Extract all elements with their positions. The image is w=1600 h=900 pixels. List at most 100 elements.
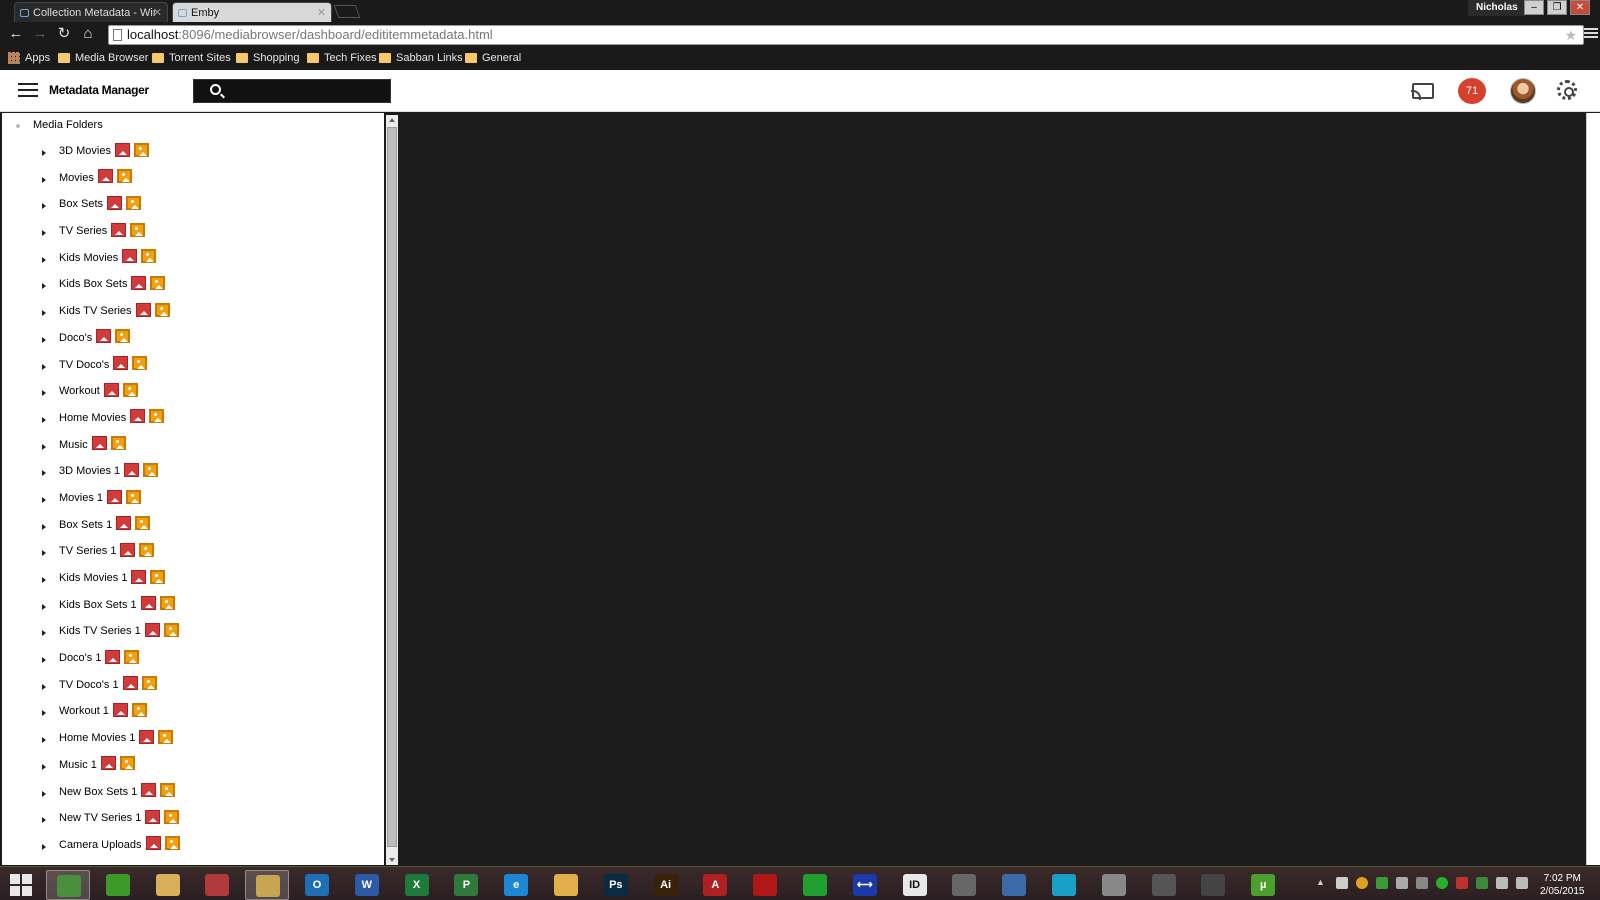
tree-item[interactable]: Doco's bbox=[2, 328, 384, 355]
tree-item-label[interactable]: Camera Uploads bbox=[59, 836, 180, 851]
taskbar-excel[interactable]: X bbox=[395, 870, 439, 900]
tray-expand-icon[interactable]: ▲ bbox=[1316, 877, 1328, 889]
tree-item[interactable]: Doco's 1 bbox=[2, 648, 384, 675]
tree-item-label[interactable]: Kids Box Sets 1 bbox=[59, 596, 175, 611]
expand-arrow-icon[interactable] bbox=[42, 737, 46, 744]
tree-item-label[interactable]: Kids Box Sets bbox=[59, 276, 166, 290]
taskbar-notepad[interactable] bbox=[544, 870, 588, 900]
taskbar-file-explorer[interactable] bbox=[146, 870, 190, 900]
tree-item-label[interactable]: TV Doco's 1 bbox=[59, 676, 157, 691]
tree-item[interactable]: TV Series bbox=[2, 221, 384, 248]
taskbar-illustrator[interactable]: Ai bbox=[644, 870, 688, 900]
sidebar-scrollbar[interactable] bbox=[386, 115, 398, 865]
tree-item-label[interactable]: TV Doco's bbox=[59, 356, 148, 371]
tree-item-label[interactable]: Doco's 1 bbox=[59, 649, 140, 664]
expand-arrow-icon[interactable] bbox=[42, 363, 46, 370]
bookmark-sabban-links[interactable]: Sabban Links bbox=[379, 50, 463, 66]
collapse-icon[interactable] bbox=[16, 124, 20, 128]
expand-arrow-icon[interactable] bbox=[42, 470, 46, 477]
expand-arrow-icon[interactable] bbox=[42, 763, 46, 770]
close-window-button[interactable]: ✕ bbox=[1570, 0, 1590, 15]
tab-close-icon[interactable]: ✕ bbox=[153, 3, 162, 22]
taskbar-internet-explorer[interactable]: e bbox=[494, 870, 538, 900]
expand-arrow-icon[interactable] bbox=[42, 710, 46, 717]
tab-collection-metadata[interactable]: Collection Metadata - Wir ✕ bbox=[14, 2, 168, 22]
expand-arrow-icon[interactable] bbox=[42, 203, 46, 210]
taskbar-satellite-app[interactable] bbox=[1092, 870, 1136, 900]
taskbar-acrobat[interactable]: A bbox=[693, 870, 737, 900]
power-icon[interactable] bbox=[1436, 877, 1448, 889]
reload-icon[interactable]: ↻ bbox=[54, 24, 74, 44]
expand-arrow-icon[interactable] bbox=[42, 790, 46, 797]
taskbar-outlook[interactable]: O bbox=[295, 870, 339, 900]
tree-item[interactable]: Home Movies bbox=[2, 408, 384, 435]
tree-item-label[interactable]: Workout 1 bbox=[59, 703, 147, 717]
tree-item[interactable]: New Box Sets 1 bbox=[2, 782, 384, 809]
tray-app-icon[interactable] bbox=[1336, 877, 1348, 889]
tray-app-icon[interactable] bbox=[1356, 877, 1368, 889]
tree-item[interactable]: Kids Box Sets 1 bbox=[2, 595, 384, 622]
gear-icon[interactable] bbox=[1557, 80, 1577, 100]
bookmark-tech-fixes[interactable]: Tech Fixes bbox=[307, 50, 377, 66]
tree-item-label[interactable]: Box Sets bbox=[59, 195, 142, 210]
expand-arrow-icon[interactable] bbox=[42, 603, 46, 610]
page-scrollbar[interactable] bbox=[1586, 113, 1600, 865]
tree-item[interactable]: Box Sets bbox=[2, 194, 384, 221]
taskbar-speedtest-app[interactable] bbox=[1191, 870, 1235, 900]
tree-item-label[interactable]: 3D Movies bbox=[59, 142, 149, 157]
expand-arrow-icon[interactable] bbox=[42, 390, 46, 397]
bookmark-torrent-sites[interactable]: Torrent Sites bbox=[152, 50, 231, 66]
bookmark-shopping[interactable]: Shopping bbox=[236, 50, 300, 66]
tree-item[interactable]: New TV Series 1 bbox=[2, 808, 384, 835]
tab-emby[interactable]: Emby ✕ bbox=[172, 2, 332, 22]
taskbar-chrome[interactable] bbox=[46, 870, 90, 900]
expand-arrow-icon[interactable] bbox=[42, 150, 46, 156]
tree-item[interactable]: Kids Box Sets bbox=[2, 274, 384, 301]
tree-item-label[interactable]: Kids TV Series 1 bbox=[59, 622, 179, 637]
search-field[interactable] bbox=[193, 79, 391, 103]
scrollbar-thumb[interactable] bbox=[387, 127, 397, 847]
tree-item-label[interactable]: Music bbox=[59, 436, 126, 451]
tree-item-label[interactable]: Movies 1 bbox=[59, 489, 142, 504]
tree-item[interactable]: Kids TV Series 1 bbox=[2, 621, 384, 648]
volume-icon[interactable] bbox=[1516, 877, 1528, 889]
taskbar-teamviewer[interactable]: ⟷ bbox=[843, 870, 887, 900]
expand-arrow-icon[interactable] bbox=[42, 256, 46, 263]
bookmark-general[interactable]: General bbox=[465, 50, 521, 66]
tree-item[interactable]: Workout 1 bbox=[2, 701, 384, 728]
tree-item[interactable]: Camera Uploads bbox=[2, 835, 384, 862]
windows-start-icon[interactable] bbox=[10, 874, 32, 896]
tree-item-label[interactable]: Doco's bbox=[59, 329, 131, 344]
expand-arrow-icon[interactable] bbox=[42, 683, 46, 690]
menu-icon[interactable] bbox=[18, 83, 38, 99]
tray-app-icon[interactable] bbox=[1376, 877, 1388, 889]
chrome-menu-icon[interactable] bbox=[1584, 26, 1598, 42]
new-tab-button[interactable] bbox=[333, 5, 361, 18]
taskbar-snipping-tool[interactable] bbox=[195, 870, 239, 900]
tree-item[interactable]: TV Doco's bbox=[2, 355, 384, 382]
address-bar[interactable]: localhost:8096/mediabrowser/dashboard/ed… bbox=[108, 25, 1584, 45]
taskbar-media-center[interactable] bbox=[96, 870, 140, 900]
tree-item-label[interactable]: 3D Movies 1 bbox=[59, 462, 159, 477]
bookmark-apps[interactable]: Apps bbox=[8, 50, 50, 66]
flag-icon[interactable] bbox=[1416, 877, 1428, 889]
expand-arrow-icon[interactable] bbox=[42, 523, 46, 530]
expand-arrow-icon[interactable] bbox=[42, 283, 46, 290]
scroll-down-icon[interactable] bbox=[389, 858, 395, 862]
tree-item[interactable]: Home Movies 1 bbox=[2, 728, 384, 755]
expand-arrow-icon[interactable] bbox=[42, 176, 46, 183]
tree-item-label[interactable]: Kids Movies bbox=[59, 249, 157, 264]
avatar[interactable] bbox=[1510, 78, 1536, 104]
profile-name[interactable]: Nicholas bbox=[1468, 0, 1526, 16]
taskbar-indesign[interactable]: ID bbox=[893, 870, 937, 900]
restore-button[interactable]: ❐ bbox=[1547, 0, 1567, 15]
bookmark-star-icon[interactable]: ★ bbox=[1564, 26, 1577, 44]
tree-item[interactable]: Box Sets 1 bbox=[2, 515, 384, 542]
tree-item-label[interactable]: TV Series 1 bbox=[59, 542, 155, 557]
search-input[interactable] bbox=[226, 82, 386, 100]
tree-item-label[interactable]: Workout bbox=[59, 382, 138, 397]
tree-item[interactable]: Movies 1 bbox=[2, 488, 384, 515]
tree-item[interactable]: TV Series 1 bbox=[2, 541, 384, 568]
tree-item[interactable]: Music 1 bbox=[2, 755, 384, 782]
taskbar-photoshop[interactable]: Ps bbox=[594, 870, 638, 900]
